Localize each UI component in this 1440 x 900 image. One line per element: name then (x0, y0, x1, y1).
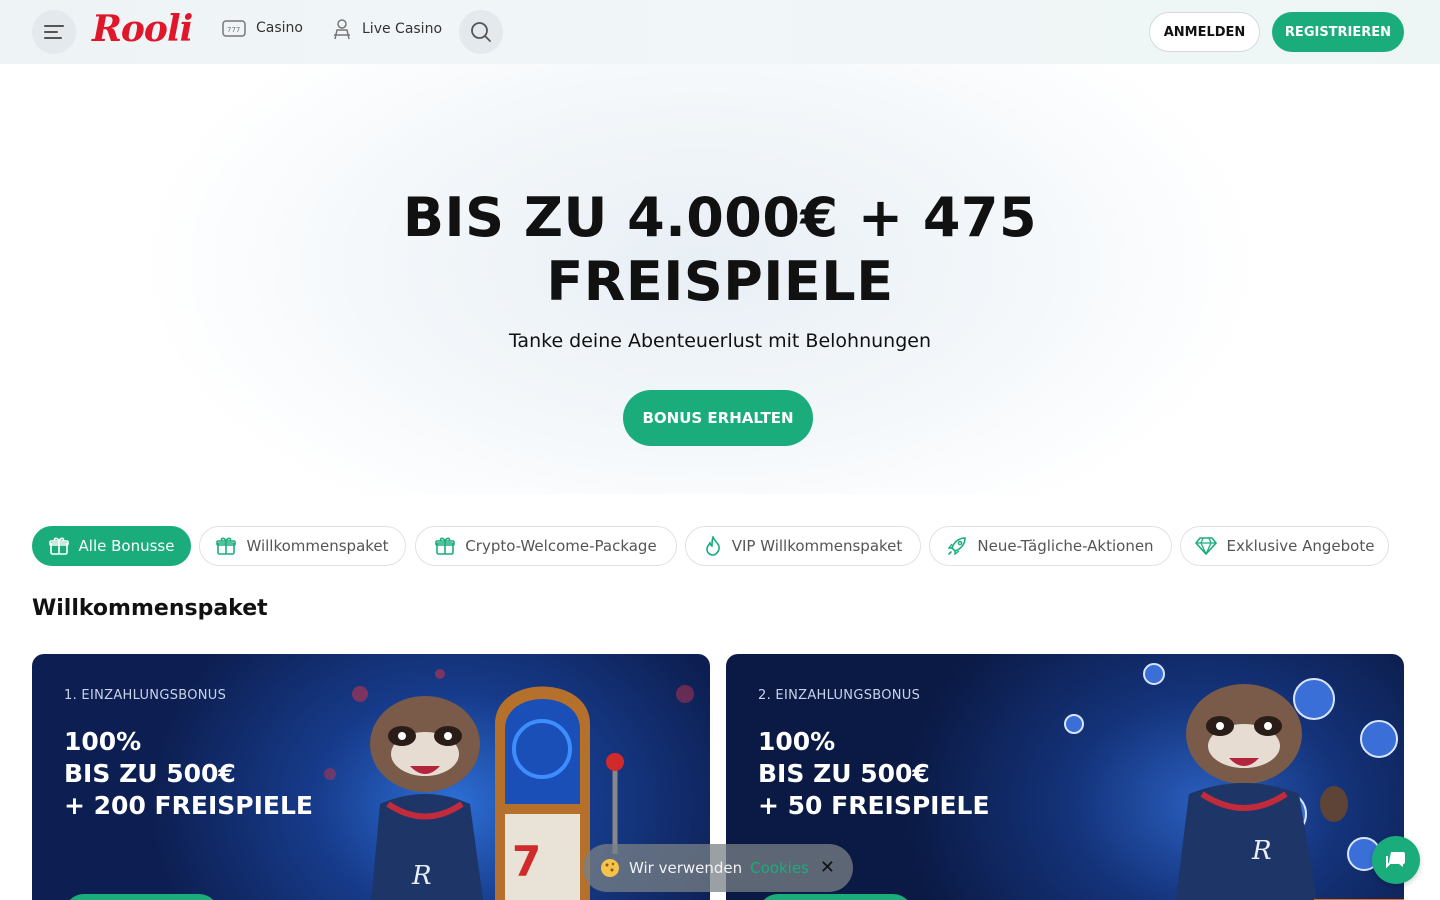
card-offer-spins: + 200 FREISPIELE (64, 791, 313, 820)
cookie-text: Wir verwenden (629, 859, 743, 877)
filter-exclusive-offers[interactable]: Exklusive Angebote (1180, 526, 1389, 566)
gift-icon (435, 537, 456, 555)
cookie-icon (601, 859, 619, 877)
site-logo[interactable]: Rooli (92, 8, 193, 50)
card-claim-button[interactable] (758, 894, 913, 900)
flame-icon (705, 536, 720, 556)
nav-casino[interactable]: 777 Casino (222, 18, 303, 38)
login-button[interactable]: ANMELDEN (1149, 12, 1260, 52)
card-claim-button[interactable] (64, 894, 219, 900)
filter-label: Alle Bonusse (78, 537, 175, 555)
svg-text:7: 7 (512, 837, 541, 886)
search-icon (471, 22, 491, 42)
filter-new-daily-promos[interactable]: Neue-Tägliche-Aktionen (929, 526, 1172, 566)
menu-button[interactable] (32, 10, 76, 54)
search-button[interactable] (459, 10, 503, 54)
live-chat-button[interactable] (1372, 836, 1420, 884)
filter-label: Exklusive Angebote (1226, 537, 1375, 555)
gift-icon (48, 537, 69, 555)
top-header: Rooli 777 Casino Live Casino ANMELDEN RE… (0, 0, 1440, 64)
svg-text:R: R (1251, 836, 1272, 866)
card-offer-text: 100% BIS ZU 500€ + 200 FREISPIELE (64, 726, 313, 822)
get-bonus-button[interactable]: BONUS ERHALTEN (623, 390, 813, 446)
close-icon[interactable]: ✕ (820, 857, 835, 878)
nav-casino-label: Casino (256, 20, 303, 36)
card-deposit-label: 2. EINZAHLUNGSBONUS (758, 688, 921, 703)
filter-label: Crypto-Welcome-Package (465, 537, 657, 555)
slot-machine-icon: 777 (222, 20, 246, 37)
filter-label: VIP Willkommenspaket (731, 537, 903, 555)
card-offer-percent: 100% (64, 727, 142, 756)
rocket-icon (948, 537, 967, 556)
raccoon-poker-chips-illustration: R (1064, 663, 1404, 900)
gift-icon (216, 537, 237, 555)
filter-label: Neue-Tägliche-Aktionen (977, 537, 1154, 555)
chat-icon (1386, 852, 1405, 869)
nav-live-casino[interactable]: Live Casino (332, 18, 442, 40)
dealer-icon (334, 19, 350, 40)
hero-section: BIS ZU 4.000€ + 475 FREISPIELE Tanke dei… (0, 64, 1440, 494)
card-offer-amount: BIS ZU 500€ (64, 759, 236, 788)
hamburger-icon (44, 25, 64, 39)
filter-vip-welcome[interactable]: VIP Willkommenspaket (685, 526, 921, 566)
filter-crypto-welcome[interactable]: Crypto-Welcome-Package (415, 526, 677, 566)
filter-label: Willkommenspaket (246, 537, 389, 555)
card-offer-amount: BIS ZU 500€ (758, 759, 930, 788)
svg-text:R: R (411, 861, 432, 891)
card-offer-percent: 100% (758, 727, 836, 756)
hero-title-line2: FREISPIELE (546, 250, 894, 313)
svg-text:777: 777 (227, 26, 240, 34)
diamond-icon (1194, 537, 1217, 555)
hero-subtitle: Tanke deine Abenteuerlust mit Belohnunge… (508, 330, 932, 352)
hero-title: BIS ZU 4.000€ + 475 FREISPIELE (320, 186, 1120, 314)
card-offer-spins: + 50 FREISPIELE (758, 791, 990, 820)
section-title: Willkommenspaket (32, 596, 268, 621)
hero-title-line1: BIS ZU 4.000€ + 475 (402, 186, 1038, 249)
cookie-policy-link[interactable]: Cookies (750, 859, 809, 877)
filter-welcome-package[interactable]: Willkommenspaket (199, 526, 406, 566)
cookie-banner: Wir verwenden Cookies ✕ (583, 844, 853, 892)
card-offer-text: 100% BIS ZU 500€ + 50 FREISPIELE (758, 726, 990, 822)
register-button[interactable]: REGISTRIEREN (1272, 12, 1404, 52)
nav-live-casino-label: Live Casino (362, 21, 443, 37)
card-deposit-label: 1. EINZAHLUNGSBONUS (64, 688, 227, 703)
filter-all-bonuses[interactable]: Alle Bonusse (32, 526, 191, 566)
